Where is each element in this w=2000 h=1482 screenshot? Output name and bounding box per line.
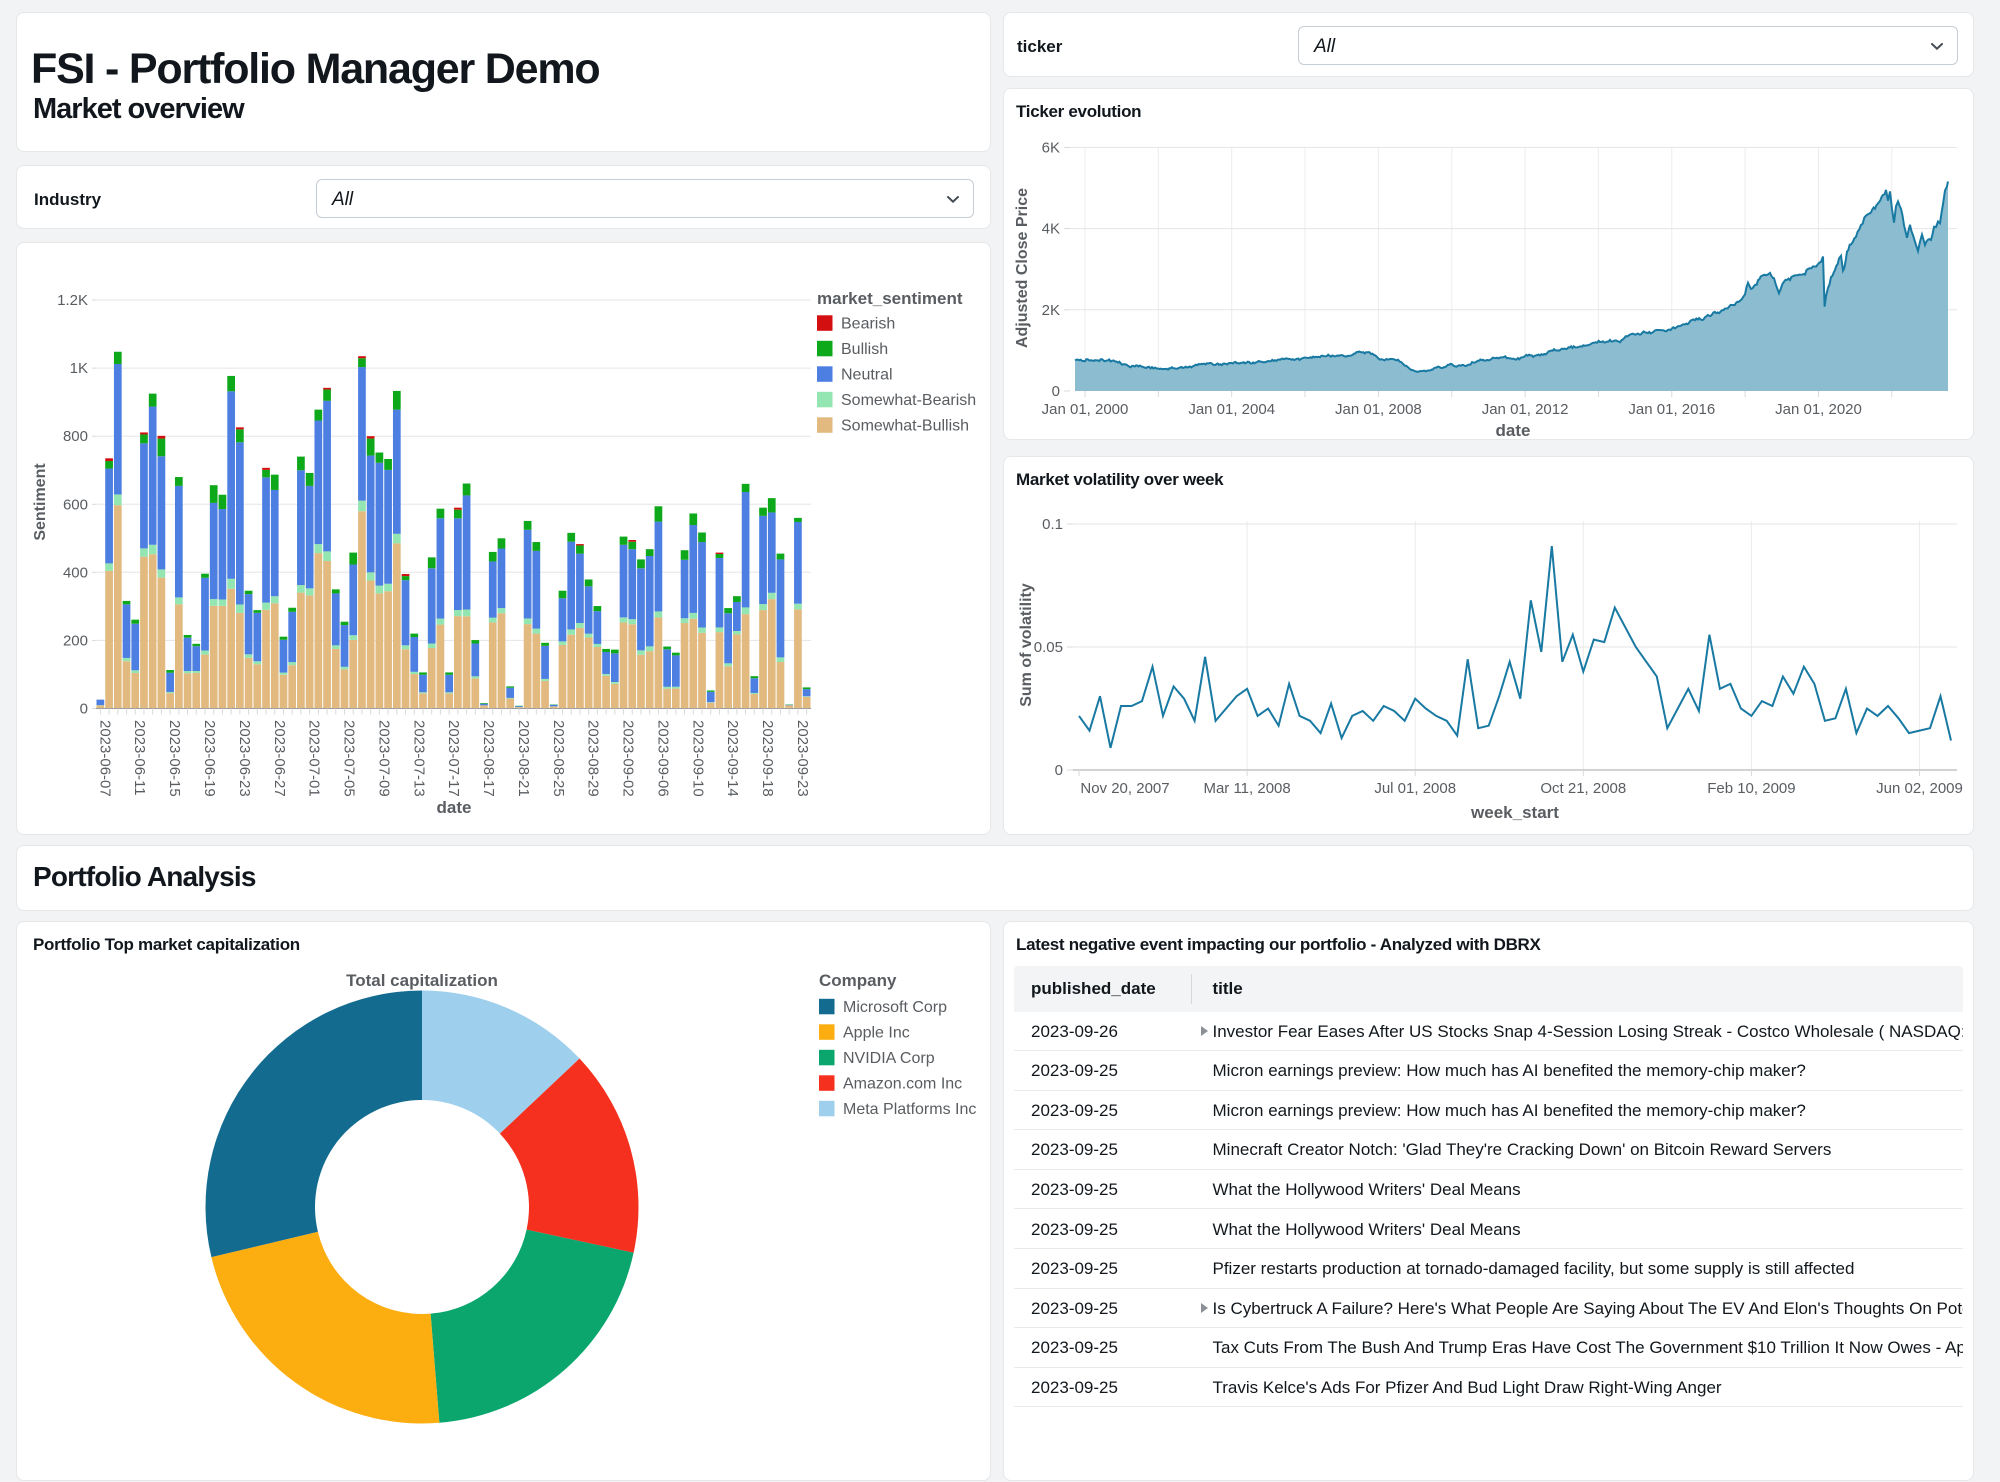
- svg-text:week_start: week_start: [1470, 803, 1559, 822]
- svg-text:Jan 01, 2000: Jan 01, 2000: [1042, 401, 1129, 418]
- svg-text:Meta Platforms Inc: Meta Platforms Inc: [843, 1101, 976, 1118]
- svg-text:2023-08-21: 2023-08-21: [515, 720, 532, 797]
- svg-text:Jan 01, 2008: Jan 01, 2008: [1335, 401, 1422, 418]
- svg-text:2023-07-05: 2023-07-05: [341, 720, 358, 797]
- svg-text:Jan 01, 2016: Jan 01, 2016: [1628, 401, 1715, 418]
- svg-text:Adjusted Close Price: Adjusted Close Price: [1014, 188, 1031, 348]
- svg-text:Company: Company: [819, 971, 897, 990]
- svg-text:Jan 01, 2020: Jan 01, 2020: [1775, 401, 1862, 418]
- svg-text:Jan 01, 2004: Jan 01, 2004: [1188, 401, 1275, 418]
- svg-text:0: 0: [1052, 383, 1060, 400]
- svg-text:0.1: 0.1: [1042, 516, 1063, 533]
- svg-text:2023-06-15: 2023-06-15: [166, 720, 183, 797]
- svg-text:2023-06-27: 2023-06-27: [271, 720, 288, 797]
- svg-text:2023-09-14: 2023-09-14: [724, 720, 741, 797]
- svg-text:2023-07-13: 2023-07-13: [410, 720, 427, 797]
- svg-text:4K: 4K: [1042, 221, 1060, 238]
- svg-text:6K: 6K: [1042, 139, 1060, 156]
- svg-text:2023-08-25: 2023-08-25: [550, 720, 567, 797]
- svg-text:0.05: 0.05: [1034, 639, 1063, 656]
- svg-text:2023-06-19: 2023-06-19: [201, 720, 218, 797]
- svg-text:date: date: [1496, 421, 1531, 439]
- svg-text:Apple Inc: Apple Inc: [843, 1025, 910, 1042]
- svg-text:2023-06-11: 2023-06-11: [131, 720, 148, 796]
- svg-text:2023-07-01: 2023-07-01: [306, 720, 323, 797]
- svg-text:Total capitalization: Total capitalization: [346, 971, 498, 990]
- svg-text:Sentiment: Sentiment: [32, 463, 49, 541]
- svg-text:Jun 02, 2009: Jun 02, 2009: [1876, 780, 1963, 797]
- svg-text:Sum of volatility: Sum of volatility: [1018, 583, 1035, 707]
- svg-text:1K: 1K: [70, 360, 88, 377]
- svg-text:Jan 01, 2012: Jan 01, 2012: [1482, 401, 1569, 418]
- svg-text:date: date: [437, 798, 472, 817]
- svg-text:2023-09-02: 2023-09-02: [620, 720, 637, 797]
- svg-text:Somewhat-Bullish: Somewhat-Bullish: [841, 418, 969, 435]
- svg-text:Oct 21, 2008: Oct 21, 2008: [1540, 780, 1626, 797]
- svg-text:2023-07-09: 2023-07-09: [375, 720, 392, 797]
- svg-text:Mar 11, 2008: Mar 11, 2008: [1203, 780, 1290, 797]
- svg-text:NVIDIA Corp: NVIDIA Corp: [843, 1050, 935, 1067]
- svg-text:2023-09-18: 2023-09-18: [759, 720, 776, 797]
- svg-text:2023-09-06: 2023-09-06: [654, 720, 671, 797]
- svg-text:800: 800: [63, 428, 88, 445]
- svg-text:2023-09-10: 2023-09-10: [689, 720, 706, 797]
- svg-text:market_sentiment: market_sentiment: [817, 289, 963, 308]
- svg-text:Bearish: Bearish: [841, 316, 895, 333]
- svg-text:2K: 2K: [1042, 302, 1060, 319]
- svg-text:1.2K: 1.2K: [57, 292, 88, 309]
- svg-text:Microsoft Corp: Microsoft Corp: [843, 999, 947, 1016]
- svg-text:Jul 01, 2008: Jul 01, 2008: [1374, 780, 1456, 797]
- svg-text:2023-09-23: 2023-09-23: [794, 720, 811, 797]
- svg-text:2023-07-17: 2023-07-17: [445, 720, 462, 797]
- svg-text:600: 600: [63, 496, 88, 513]
- svg-text:Amazon.com Inc: Amazon.com Inc: [843, 1076, 962, 1093]
- svg-text:2023-08-17: 2023-08-17: [480, 720, 497, 797]
- svg-text:400: 400: [63, 564, 88, 581]
- svg-text:Bullish: Bullish: [841, 341, 888, 358]
- svg-text:0: 0: [80, 701, 88, 718]
- svg-text:Nov 20, 2007: Nov 20, 2007: [1080, 780, 1169, 797]
- svg-text:Somewhat-Bearish: Somewhat-Bearish: [841, 392, 976, 409]
- svg-text:Neutral: Neutral: [841, 367, 893, 384]
- svg-text:Feb 10, 2009: Feb 10, 2009: [1707, 780, 1795, 797]
- svg-text:2023-06-23: 2023-06-23: [236, 720, 253, 797]
- svg-text:2023-08-29: 2023-08-29: [585, 720, 602, 797]
- svg-text:200: 200: [63, 632, 88, 649]
- svg-text:0: 0: [1055, 762, 1063, 779]
- svg-text:2023-06-07: 2023-06-07: [96, 720, 113, 797]
